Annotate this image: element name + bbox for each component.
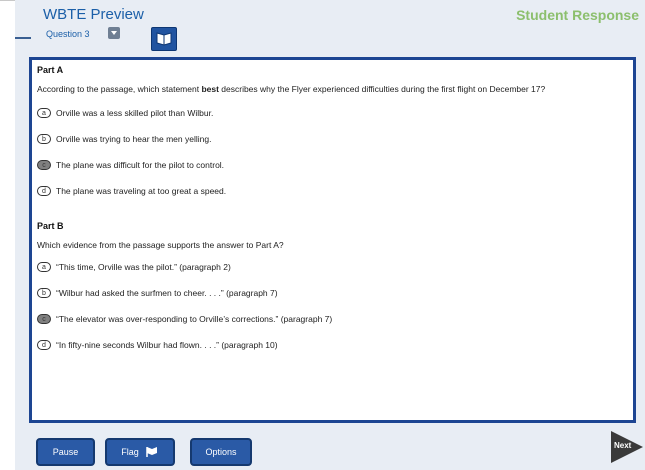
flag-button[interactable]: Flag: [105, 438, 175, 466]
flag-icon: [146, 447, 157, 457]
next-button[interactable]: Next: [611, 430, 645, 464]
part-b-option-a[interactable]: a “This time, Orville was the pilot.” (p…: [37, 262, 231, 272]
options-button[interactable]: Options: [190, 438, 252, 466]
option-bubble-selected[interactable]: c: [37, 314, 51, 324]
option-text: Orville was trying to hear the men yelli…: [56, 134, 212, 144]
option-text: The plane was difficult for the pilot to…: [56, 160, 225, 170]
part-a-option-b[interactable]: b Orville was trying to hear the men yel…: [37, 134, 211, 144]
book-icon: [156, 32, 172, 46]
question-label: Question 3: [46, 29, 90, 39]
part-a-prompt: According to the passage, which statemen…: [37, 84, 545, 94]
option-text: “In fifty-nine seconds Wilbur had flown.…: [56, 340, 278, 350]
option-text: “Wilbur had asked the surfmen to cheer. …: [56, 288, 278, 298]
flag-button-label: Flag: [121, 447, 139, 457]
part-b-option-b[interactable]: b “Wilbur had asked the surfmen to cheer…: [37, 288, 278, 298]
passage-book-button[interactable]: [151, 27, 177, 51]
part-b-option-d[interactable]: d “In fifty-nine seconds Wilbur had flow…: [37, 340, 278, 350]
option-bubble[interactable]: d: [37, 186, 51, 196]
option-text: “The elevator was over-responding to Orv…: [56, 314, 333, 324]
option-bubble[interactable]: a: [37, 262, 51, 272]
option-bubble[interactable]: a: [37, 108, 51, 118]
question-dropdown-button[interactable]: [108, 27, 120, 39]
left-accent-bar: [15, 37, 31, 39]
option-text: The plane was traveling at too great a s…: [56, 186, 227, 196]
pause-button[interactable]: Pause: [36, 438, 95, 466]
pause-button-label: Pause: [52, 447, 79, 457]
chevron-down-icon: [111, 31, 117, 35]
prompt-text: According to the passage, which statemen…: [37, 84, 202, 94]
option-bubble[interactable]: b: [37, 134, 51, 144]
question-panel: Part A According to the passage, which s…: [29, 57, 636, 423]
option-text: Orville was a less skilled pilot than Wi…: [56, 108, 214, 118]
part-a-option-a[interactable]: a Orville was a less skilled pilot than …: [37, 108, 213, 118]
option-bubble[interactable]: d: [37, 340, 51, 350]
part-b-heading: Part B: [37, 221, 64, 231]
option-bubble-selected[interactable]: c: [37, 160, 51, 170]
prompt-emphasis: best: [201, 84, 219, 94]
part-b-prompt: Which evidence from the passage supports…: [37, 240, 284, 250]
part-b-option-c[interactable]: c “The elevator was over-responding to O…: [37, 314, 332, 324]
prompt-text: describes why the Flyer experienced diff…: [218, 84, 546, 94]
mode-label: Student Response: [516, 7, 639, 23]
part-a-heading: Part A: [37, 65, 64, 75]
app-title: WBTE Preview: [43, 6, 144, 23]
option-bubble[interactable]: b: [37, 288, 51, 298]
options-button-label: Options: [205, 447, 237, 457]
part-a-option-c[interactable]: c The plane was difficult for the pilot …: [37, 160, 224, 170]
next-button-label: Next: [614, 441, 632, 450]
part-a-option-d[interactable]: d The plane was traveling at too great a…: [37, 186, 226, 196]
option-text: “This time, Orville was the pilot.” (par…: [56, 262, 231, 272]
